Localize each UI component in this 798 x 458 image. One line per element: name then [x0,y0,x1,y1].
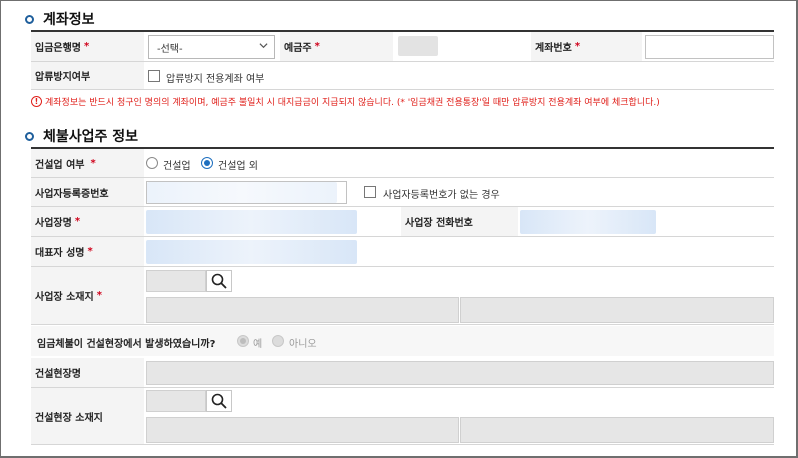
seizure-checkbox[interactable] [148,70,160,82]
no-business-reg-checkbox-label: 사업자등록번호가 없는 경우 [383,190,500,201]
business-reg-row: 사업자등록증번호 사업자등록번호가 없는 경우 [31,178,774,207]
business-reg-label: 사업자등록증번호 [31,178,144,206]
alert-circle-icon: ! [31,96,42,107]
seizure-label: 압류방지여부 [31,62,144,89]
construction-radio-other[interactable] [201,157,213,169]
business-reg-input[interactable] [146,181,347,204]
site-option-no: 아니오 [289,339,317,350]
account-notice: ! 계좌정보는 반드시 청구인 명의의 계좌이며, 예금주 불일치 시 대지급금… [31,95,660,108]
form-frame: 계좌정보 입금은행명 * -선택- 예금주 * 계좌번호 * 압류방지여부 압류방지 … [0,0,798,458]
representative-label: 대표자 성명 * [31,237,144,266]
workplace-name-row: 사업장명 * 사업장 전화번호 [31,207,774,237]
workplace-address-search-button[interactable] [206,270,232,292]
depositor-value [398,36,438,56]
site-name-label: 건설현장명 [31,358,144,387]
site-zipcode-input[interactable] [146,390,206,412]
workplace-name-input[interactable] [146,210,357,234]
seizure-row: 압류방지여부 압류방지 전용계좌 여부 [31,62,774,90]
workplace-address-row: 사업장 소재지 * [31,267,774,325]
workplace-name-label: 사업장명 * [31,207,144,236]
construction-option-other: 건설업 외 [218,161,258,172]
site-radio-yes[interactable] [237,335,249,347]
workplace-phone-label: 사업장 전화번호 [401,207,518,236]
workplace-address-label: 사업장 소재지 * [31,267,144,324]
business-reg-value [147,182,337,203]
bank-select[interactable]: -선택- [148,35,275,59]
site-address-detail-input[interactable] [460,417,774,443]
bank-row: 입금은행명 * -선택- 예금주 * 계좌번호 * [31,30,774,62]
site-name-row: 건설현장명 [31,358,774,388]
search-icon [211,273,227,289]
workplace-address-detail-input[interactable] [460,297,774,323]
account-section-title: 계좌정보 [25,9,95,29]
site-radio-no[interactable] [272,335,284,347]
search-icon [211,393,227,409]
account-number-label: 계좌번호 * [531,32,642,61]
construction-label: 건설업 여부 * [31,149,144,177]
representative-row: 대표자 성명 * [31,237,774,267]
site-name-input[interactable] [146,361,774,385]
site-address-row: 건설현장 소재지 [31,388,774,445]
construction-radio-yes[interactable] [146,157,158,169]
seizure-checkbox-label: 압류방지 전용계좌 여부 [166,74,265,85]
section-bullet-icon [25,14,34,24]
construction-row: 건설업 여부 * 건설업 건설업 외 [31,147,774,178]
representative-input[interactable] [146,240,357,264]
construction-option-yes: 건설업 [163,161,191,172]
depositor-label: 예금주 * [280,32,393,61]
site-address-input[interactable] [146,417,459,443]
account-number-input[interactable] [645,35,774,59]
workplace-phone-input[interactable] [520,210,656,234]
site-question-row: 임금체불이 건설현장에서 발생하였습니까? 예 아니오 [31,326,774,356]
workplace-address-input[interactable] [146,297,459,323]
site-question: 임금체불이 건설현장에서 발생하였습니까? [37,339,216,350]
section-bullet-icon [25,131,34,141]
no-business-reg-checkbox[interactable] [364,186,376,198]
workplace-zipcode-input[interactable] [146,270,206,292]
employer-section-title: 체불사업주 정보 [25,126,138,146]
site-address-label: 건설현장 소재지 [31,388,144,444]
site-option-yes: 예 [253,339,263,350]
chevron-down-icon [259,43,268,49]
site-address-search-button[interactable] [206,390,232,412]
bank-label: 입금은행명 * [31,32,144,61]
